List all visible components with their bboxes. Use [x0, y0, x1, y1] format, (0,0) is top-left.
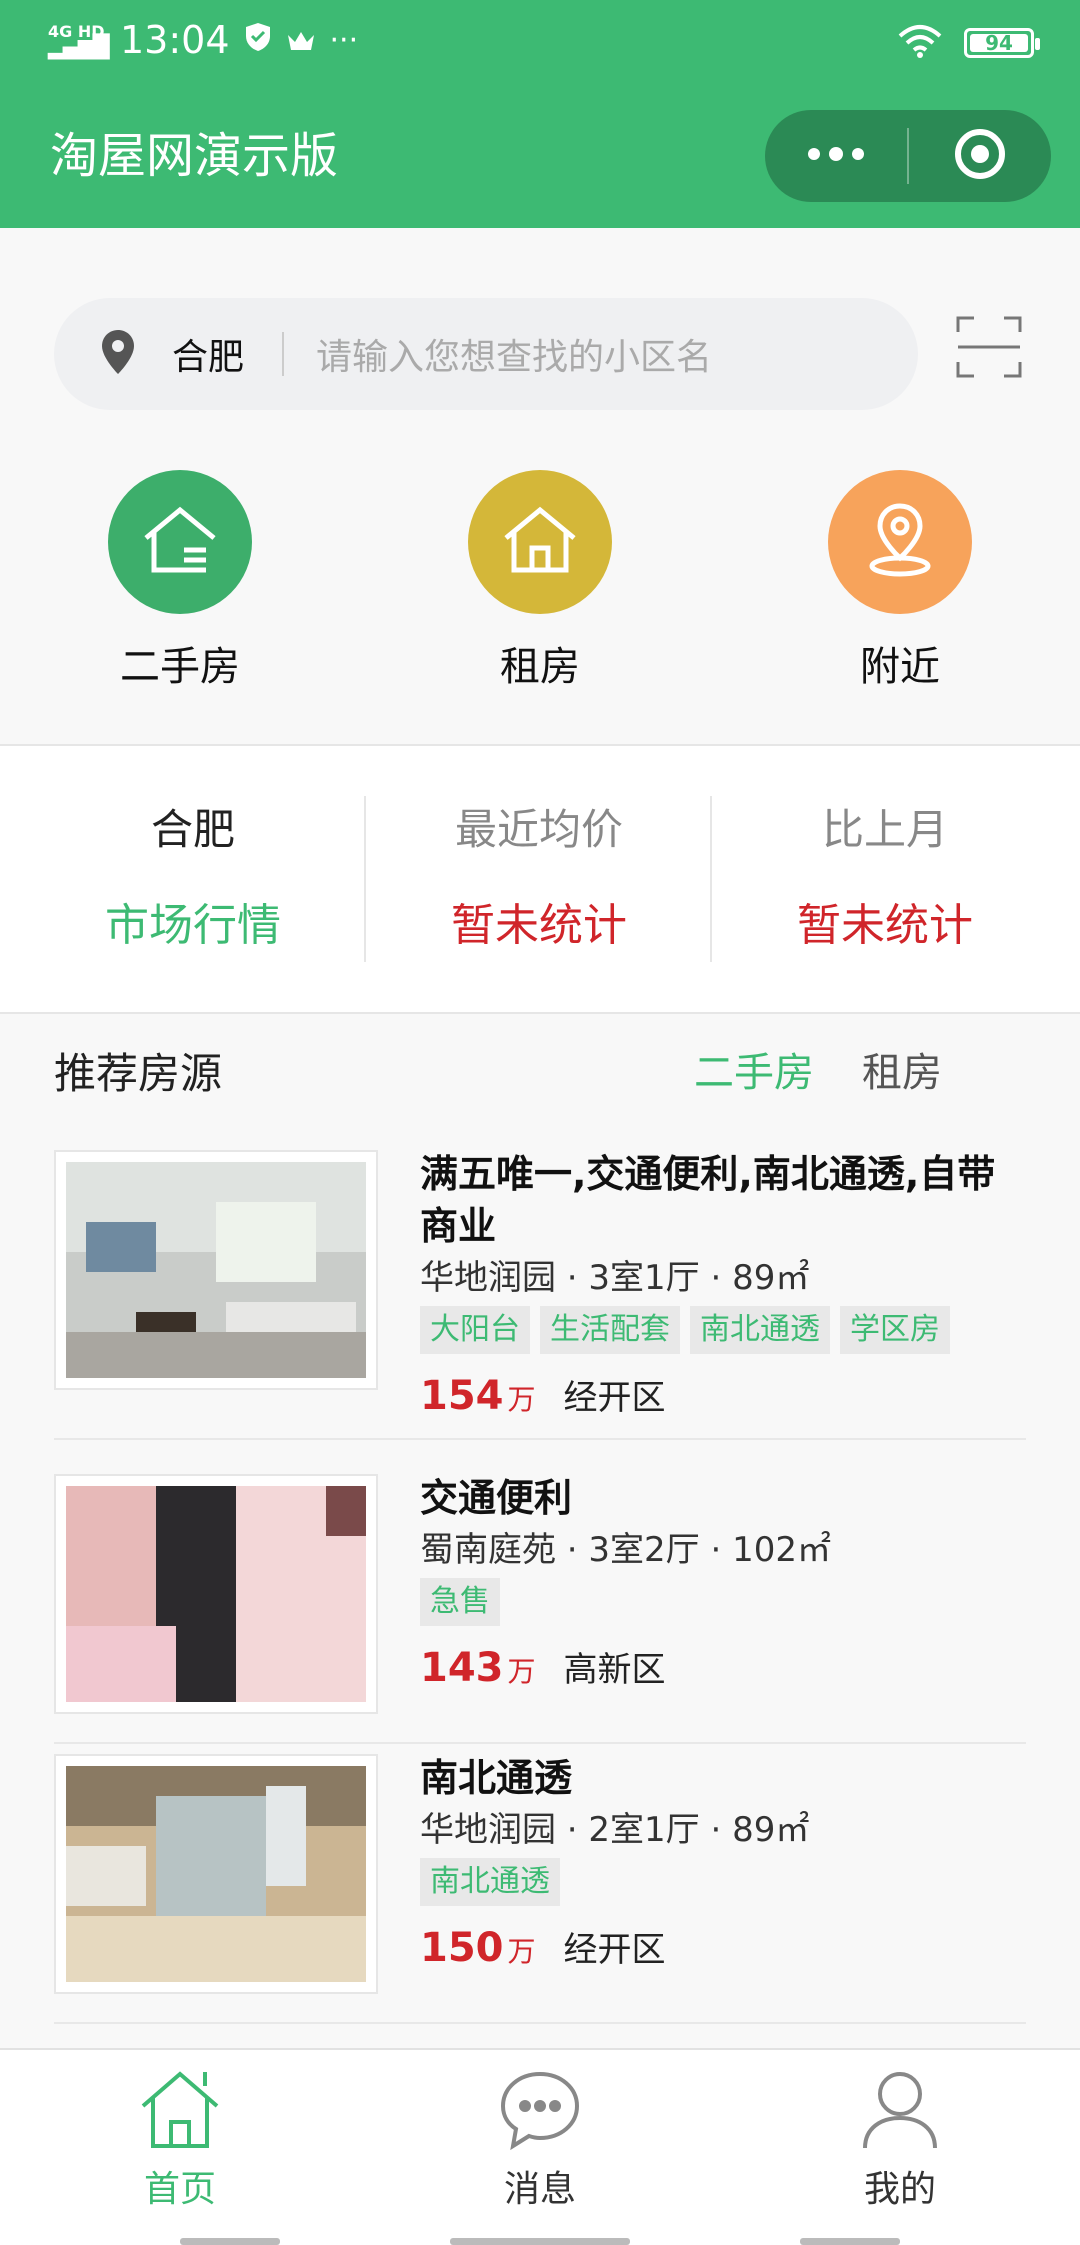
- tab-home[interactable]: 首页: [80, 2066, 280, 2212]
- list-item[interactable]: 南北通透 华地润园 · 2室1厅 · 89㎡ 南北通透 150 万 经开区: [54, 1744, 1026, 2024]
- target-icon: [953, 127, 1007, 185]
- tab-label: 消息: [503, 2169, 576, 2210]
- search-input[interactable]: 请输入您想查找的小区名: [316, 328, 712, 380]
- scan-button[interactable]: [954, 312, 1024, 382]
- listing-district: 高新区: [563, 1650, 666, 1690]
- home-icon: [137, 2071, 223, 2156]
- listing-meta: 华地润园 · 2室1厅 · 89㎡: [420, 1810, 810, 1850]
- listing-tag: 南北通透: [420, 1858, 560, 1906]
- quick-nav-rent[interactable]: 租房: [440, 470, 640, 692]
- listing-title: 南北通透: [420, 1756, 573, 1800]
- recommend-header: 推荐房源 二手房 租房: [54, 1040, 1030, 1100]
- crown-icon: [286, 18, 316, 62]
- tab-profile[interactable]: 我的: [800, 2066, 1000, 2212]
- price-unit: 万: [507, 1383, 536, 1416]
- quick-nav-label: 二手房: [120, 644, 240, 690]
- listing-photo: [54, 1754, 378, 1994]
- section-title: 推荐房源: [54, 1049, 223, 1098]
- listing-meta: 华地润园 · 3室1厅 · 89㎡: [420, 1258, 810, 1298]
- city-selector[interactable]: 合肥: [172, 328, 244, 380]
- close-mini-program-button[interactable]: [909, 110, 1051, 202]
- tab-label: 我的: [863, 2169, 936, 2210]
- listing-price: 143: [420, 1645, 504, 1691]
- scan-icon: [954, 316, 1024, 386]
- listing: 满五唯一,交通便利,南北通透,自带商业 华地润园 · 3室1厅 · 89㎡ 大阳…: [54, 1140, 1026, 2024]
- network-indicator: 4G HD ▂▄▆█: [48, 22, 110, 60]
- more-menu-button[interactable]: [765, 110, 907, 202]
- listing-photo: [54, 1150, 378, 1390]
- market-avg-price: 最近均价 暂未统计: [451, 805, 627, 951]
- listing-tag: 急售: [420, 1578, 500, 1626]
- battery-icon: 94: [964, 28, 1040, 58]
- status-bar: 4G HD ▂▄▆█ 13:04 ··· 94: [0, 0, 1080, 84]
- status-time: 13:04: [120, 18, 230, 62]
- app-page: 4G HD ▂▄▆█ 13:04 ··· 94 淘屋网演示版 合肥 请输入您想查…: [0, 0, 1080, 2245]
- tab-messages[interactable]: 消息: [440, 2066, 640, 2212]
- chat-bubble-icon: [497, 2071, 583, 2156]
- list-item[interactable]: 满五唯一,交通便利,南北通透,自带商业 华地润园 · 3室1厅 · 89㎡ 大阳…: [54, 1140, 1026, 1440]
- bottom-tab-bar: 首页 消息 我的: [0, 2048, 1080, 2245]
- quick-nav-secondhand[interactable]: 二手房: [80, 470, 280, 692]
- tab-label: 首页: [143, 2169, 216, 2210]
- page-title: 淘屋网演示版: [50, 128, 339, 184]
- price-unit: 万: [507, 1655, 536, 1688]
- listing-price: 150: [420, 1925, 504, 1971]
- quick-nav-label: 附近: [860, 644, 940, 690]
- quick-nav-nearby[interactable]: 附近: [800, 470, 1000, 692]
- listing-price: 154: [420, 1373, 504, 1419]
- wifi-icon: [898, 24, 942, 62]
- listing-title: 交通便利: [420, 1476, 573, 1520]
- listing-tag: 大阳台: [420, 1306, 530, 1354]
- shield-icon: [244, 18, 272, 62]
- location-pin-icon: [100, 328, 136, 380]
- market-panel: 合肥 市场行情 最近均价 暂未统计 比上月 暂未统计: [0, 744, 1080, 1014]
- market-mom: 比上月 暂未统计: [797, 805, 973, 951]
- listing-title: 满五唯一,交通便利,南北通透,自带商业: [420, 1152, 996, 1248]
- list-item[interactable]: 交通便利 蜀南庭苑 · 3室2厅 · 102㎡ 急售 143 万 高新区: [54, 1464, 1026, 1744]
- market-city[interactable]: 合肥 市场行情: [20, 796, 366, 953]
- listing-tag: 学区房: [840, 1306, 950, 1354]
- listing-tag: 生活配套: [540, 1306, 680, 1354]
- tab-secondhand[interactable]: 二手房: [694, 1040, 814, 1098]
- listing-tag: 南北通透: [690, 1306, 830, 1354]
- map-pin-icon: [864, 500, 936, 584]
- house-list-icon: [140, 504, 220, 580]
- listing-district: 经开区: [563, 1378, 666, 1418]
- quick-nav-label: 租房: [500, 644, 580, 690]
- tab-rent[interactable]: 租房: [862, 1040, 942, 1098]
- search-bar[interactable]: 合肥 请输入您想查找的小区名: [54, 298, 918, 410]
- user-icon: [857, 2072, 943, 2156]
- listing-meta: 蜀南庭苑 · 3室2厅 · 102㎡: [420, 1530, 832, 1570]
- listing-district: 经开区: [563, 1930, 666, 1970]
- mini-program-capsule: [765, 110, 1051, 202]
- more-status-icon: ···: [329, 22, 359, 58]
- more-dots-icon: [806, 146, 866, 166]
- header: 4G HD ▂▄▆█ 13:04 ··· 94 淘屋网演示版: [0, 0, 1080, 228]
- house-icon: [500, 504, 580, 580]
- listing-photo: [54, 1474, 378, 1714]
- price-unit: 万: [507, 1935, 536, 1968]
